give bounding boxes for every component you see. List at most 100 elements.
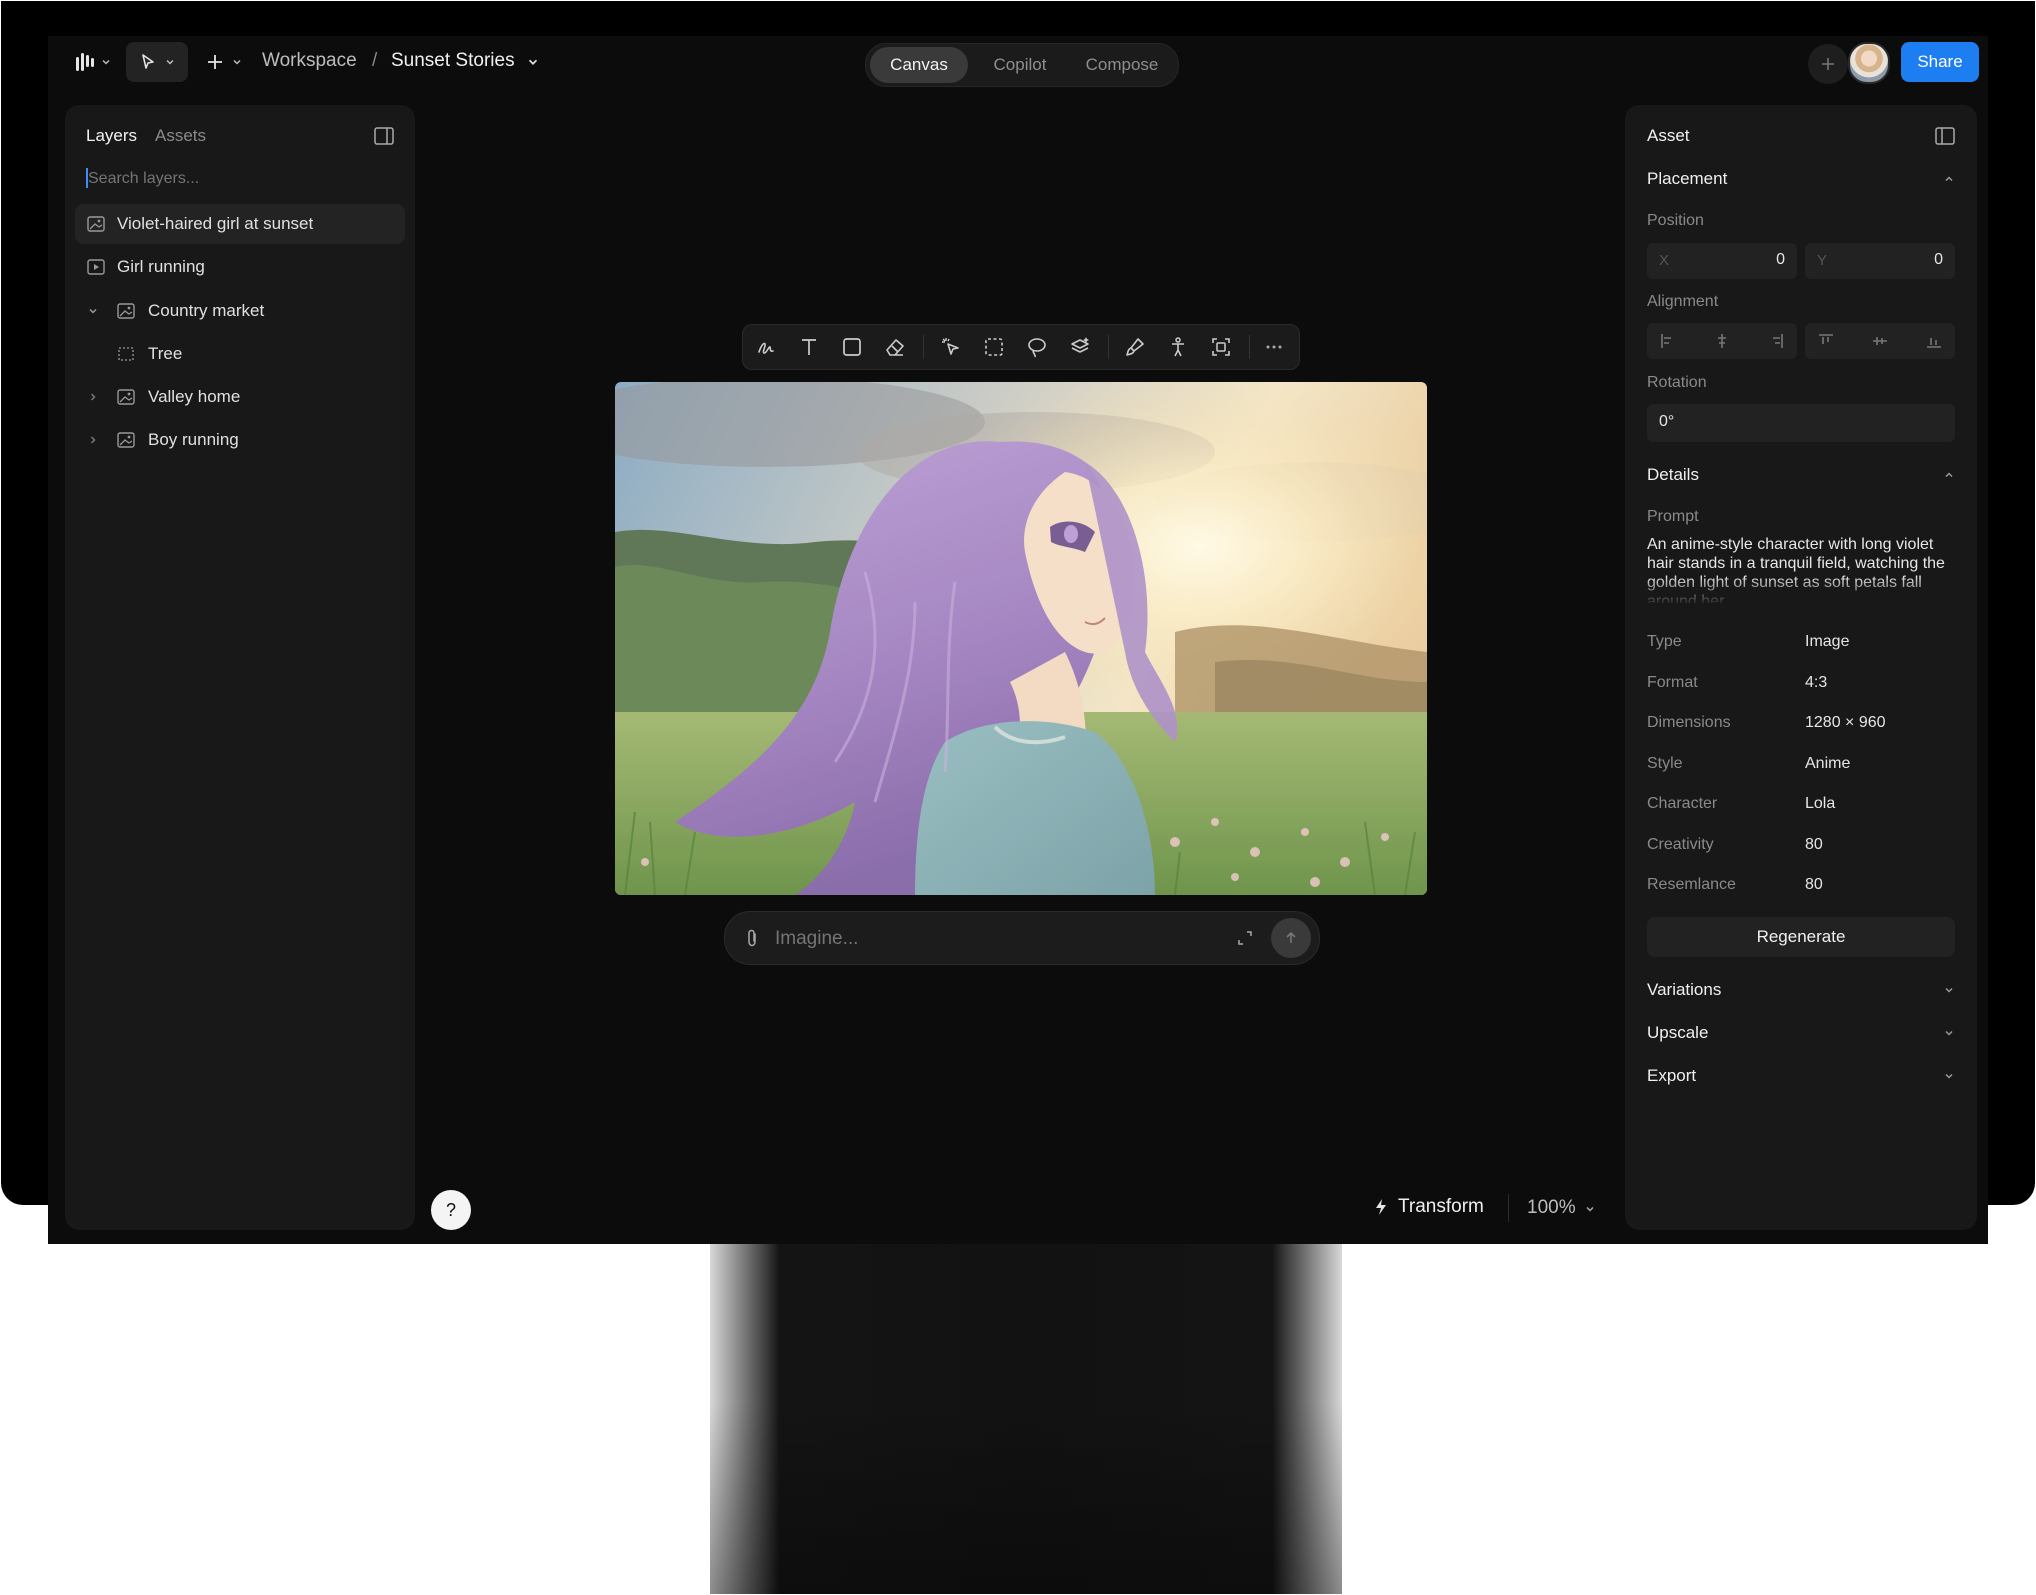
search-layers-input[interactable] xyxy=(86,165,390,193)
send-button[interactable] xyxy=(1271,918,1311,958)
chevron-up-icon[interactable] xyxy=(1943,469,1955,481)
meta-key: Format xyxy=(1647,674,1698,691)
logo-icon xyxy=(76,53,94,71)
avatar[interactable] xyxy=(1848,42,1890,84)
chevron-right-icon[interactable] xyxy=(87,434,99,446)
text-tool-icon[interactable] xyxy=(798,336,820,358)
layer-label: Girl running xyxy=(117,257,205,276)
layer-item[interactable]: Girl running xyxy=(75,247,405,287)
panel-title: Asset xyxy=(1647,126,1690,145)
draw-tool-icon[interactable] xyxy=(755,336,777,358)
variations-section-title[interactable]: Variations xyxy=(1647,980,1721,1000)
canvas-image[interactable] xyxy=(615,382,1427,895)
image-icon xyxy=(87,216,105,232)
lightning-icon xyxy=(1376,1199,1386,1215)
brush-tool-icon[interactable] xyxy=(1124,336,1146,358)
tab-compose[interactable]: Compose xyxy=(1072,47,1172,83)
add-menu-button[interactable] xyxy=(200,44,248,80)
export-section-title[interactable]: Export xyxy=(1647,1066,1696,1086)
more-options-icon[interactable] xyxy=(1263,336,1285,358)
prompt-bar xyxy=(724,911,1320,965)
rotation-value: 0° xyxy=(1659,413,1675,430)
image-icon xyxy=(117,389,135,405)
meta-key: Resemlance xyxy=(1647,876,1736,893)
breadcrumb-separator: / xyxy=(372,50,378,71)
tab-assets[interactable]: Assets xyxy=(155,126,206,146)
pose-tool-icon[interactable] xyxy=(1167,336,1189,358)
chevron-down-icon xyxy=(166,59,174,65)
tab-copilot[interactable]: Copilot xyxy=(972,47,1068,83)
align-right-icon[interactable] xyxy=(1767,332,1785,350)
expand-icon[interactable] xyxy=(1237,930,1253,946)
project-chevron-down-icon[interactable] xyxy=(526,55,540,69)
layer-label: Valley home xyxy=(148,387,241,406)
upscale-section-title[interactable]: Upscale xyxy=(1647,1023,1708,1043)
x-label: X xyxy=(1659,252,1670,269)
marquee-select-icon[interactable] xyxy=(983,336,1005,358)
tab-canvas[interactable]: Canvas xyxy=(870,47,968,83)
layer-item[interactable]: Boy running xyxy=(75,420,405,460)
breadcrumb-workspace[interactable]: Workspace xyxy=(262,50,357,72)
layer-item[interactable]: Violet-haired girl at sunset xyxy=(75,204,405,244)
regenerate-button[interactable]: Regenerate xyxy=(1647,917,1955,957)
search-caret xyxy=(86,168,88,188)
video-icon xyxy=(87,259,105,275)
prompt-input[interactable] xyxy=(773,924,1217,954)
eraser-tool-icon[interactable] xyxy=(884,336,906,358)
chevron-up-icon[interactable] xyxy=(1943,173,1955,185)
prompt-text: An anime-style character with long viole… xyxy=(1647,536,1945,603)
layer-item[interactable]: Valley home xyxy=(75,377,405,417)
position-x-field[interactable]: X 0 xyxy=(1647,243,1797,279)
add-collaborator-button[interactable] xyxy=(1808,44,1848,84)
smart-select-icon[interactable] xyxy=(940,336,962,358)
panel-toggle-icon[interactable] xyxy=(1935,127,1955,145)
meta-key: Style xyxy=(1647,755,1683,772)
details-section-title[interactable]: Details xyxy=(1647,465,1699,485)
layer-item[interactable]: Tree xyxy=(75,334,405,374)
rotation-label: Rotation xyxy=(1647,374,1707,391)
layer-item[interactable]: Country market xyxy=(75,291,405,331)
align-middle-vertical-icon[interactable] xyxy=(1871,332,1889,350)
chevron-down-icon[interactable] xyxy=(1943,984,1955,996)
align-bottom-icon[interactable] xyxy=(1925,332,1943,350)
attachment-icon[interactable] xyxy=(743,928,761,948)
share-button[interactable]: Share xyxy=(1901,42,1979,82)
chevron-right-icon[interactable] xyxy=(87,391,99,403)
rectangle-tool-icon[interactable] xyxy=(841,336,863,358)
vertical-alignment-group xyxy=(1805,323,1955,359)
transform-button[interactable]: Transform xyxy=(1398,1196,1484,1218)
zoom-level[interactable]: 100% xyxy=(1527,1197,1576,1219)
align-top-icon[interactable] xyxy=(1817,332,1835,350)
position-y-field[interactable]: Y 0 xyxy=(1805,243,1955,279)
meta-key: Type xyxy=(1647,633,1682,650)
layer-label: Violet-haired girl at sunset xyxy=(117,214,314,233)
chevron-down-icon[interactable] xyxy=(1943,1070,1955,1082)
toolbar-divider xyxy=(923,335,924,359)
chevron-down-icon[interactable] xyxy=(87,305,99,317)
pointer-icon xyxy=(142,54,154,69)
alignment-label: Alignment xyxy=(1647,293,1719,310)
image-icon xyxy=(117,432,135,448)
chevron-down-icon xyxy=(102,59,110,65)
align-left-icon[interactable] xyxy=(1659,332,1677,350)
meta-value: Anime xyxy=(1805,755,1851,772)
app-logo-menu[interactable] xyxy=(70,46,116,78)
placement-section-title[interactable]: Placement xyxy=(1647,169,1727,189)
x-value: 0 xyxy=(1776,251,1785,268)
magic-layers-icon[interactable] xyxy=(1069,336,1091,358)
panel-toggle-icon[interactable] xyxy=(374,127,394,145)
tab-layers[interactable]: Layers xyxy=(86,126,137,146)
meta-value: 80 xyxy=(1805,836,1823,853)
device-stand xyxy=(710,1244,1342,1594)
chevron-down-icon[interactable] xyxy=(1943,1027,1955,1039)
align-center-horizontal-icon[interactable] xyxy=(1713,332,1731,350)
lasso-select-icon[interactable] xyxy=(1026,336,1048,358)
rotation-field[interactable]: 0° xyxy=(1647,404,1955,442)
select-tool-button[interactable] xyxy=(126,42,188,82)
layer-label: Tree xyxy=(148,344,183,363)
breadcrumb-project[interactable]: Sunset Stories xyxy=(391,50,515,72)
crop-expand-icon[interactable] xyxy=(1210,336,1232,358)
meta-key: Dimensions xyxy=(1647,714,1731,731)
zoom-chevron-down-icon[interactable] xyxy=(1584,1203,1596,1215)
help-button[interactable]: ? xyxy=(431,1190,471,1230)
